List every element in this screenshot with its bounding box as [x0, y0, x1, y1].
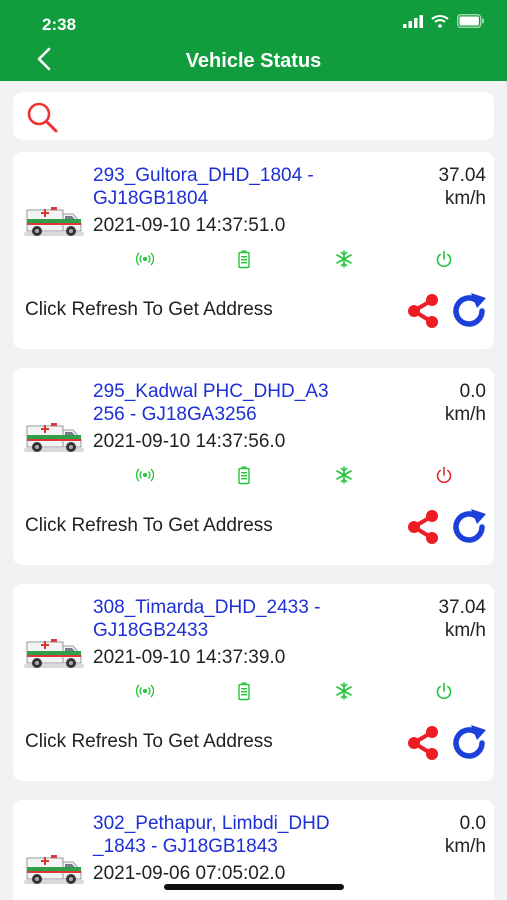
ac-icon	[334, 249, 354, 269]
cellular-signal-icon	[403, 14, 423, 28]
page-title: Vehicle Status	[185, 50, 322, 72]
vehicle-speed: 37.04 km/h	[438, 597, 486, 641]
refresh-icon[interactable]	[450, 724, 490, 762]
search-bar[interactable]	[13, 92, 494, 140]
ambulance-icon	[23, 204, 85, 238]
search-icon[interactable]	[25, 100, 59, 134]
refresh-icon[interactable]	[450, 508, 490, 546]
power-on-icon	[434, 249, 454, 269]
signal-icon	[135, 681, 155, 701]
signal-icon	[135, 465, 155, 485]
vehicle-name[interactable]: 293_Gultora_DHD_1804 - GJ18GB1804	[93, 164, 393, 210]
vehicle-timestamp: 2021-09-10 14:37:51.0	[93, 215, 286, 236]
vehicle-speed: 0.0 km/h	[444, 381, 486, 425]
signal-icon	[135, 249, 155, 269]
vehicle-card[interactable]: 295_Kadwal PHC_DHD_A3 256 - GJ18GA3256 0.…	[13, 368, 494, 565]
address-text: Click Refresh To Get Address	[25, 731, 273, 752]
app-header: 2:38 Vehicle Status	[0, 0, 507, 81]
vehicle-timestamp: 2021-09-06 07:05:02.0	[93, 863, 286, 884]
ambulance-icon	[23, 420, 85, 454]
share-icon[interactable]	[405, 509, 441, 545]
vehicle-timestamp: 2021-09-10 14:37:39.0	[93, 647, 286, 668]
vehicle-card[interactable]: 293_Gultora_DHD_1804 - GJ18GB1804 37.04 km…	[13, 152, 494, 349]
vehicle-speed: 0.0 km/h	[444, 813, 486, 857]
vehicle-speed: 37.04 km/h	[438, 165, 486, 209]
ambulance-icon	[23, 636, 85, 670]
share-icon[interactable]	[405, 725, 441, 761]
vehicle-card[interactable]: 308_Timarda_DHD_2433 - GJ18GB2433 37.04 km…	[13, 584, 494, 781]
address-text: Click Refresh To Get Address	[25, 515, 273, 536]
wifi-icon	[431, 15, 449, 28]
battery-icon	[234, 249, 254, 269]
home-indicator	[164, 884, 344, 890]
vehicle-name[interactable]: 308_Timarda_DHD_2433 - GJ18GB2433	[93, 596, 393, 642]
battery-status-icon	[457, 14, 484, 28]
share-icon[interactable]	[405, 293, 441, 329]
vehicle-timestamp: 2021-09-10 14:37:56.0	[93, 431, 286, 452]
power-off-icon	[434, 465, 454, 485]
status-time: 2:38	[42, 15, 77, 34]
battery-icon	[234, 681, 254, 701]
ac-icon	[334, 681, 354, 701]
ac-icon	[334, 465, 354, 485]
vehicle-name[interactable]: 302_Pethapur, Limbdi_DHD _1843 - GJ18GB18…	[93, 812, 393, 858]
battery-icon	[234, 465, 254, 485]
status-icons	[403, 14, 485, 28]
vehicle-name[interactable]: 295_Kadwal PHC_DHD_A3 256 - GJ18GA3256	[93, 380, 393, 426]
ambulance-icon	[23, 852, 85, 886]
refresh-icon[interactable]	[450, 292, 490, 330]
power-on-icon	[434, 681, 454, 701]
address-text: Click Refresh To Get Address	[25, 299, 273, 320]
